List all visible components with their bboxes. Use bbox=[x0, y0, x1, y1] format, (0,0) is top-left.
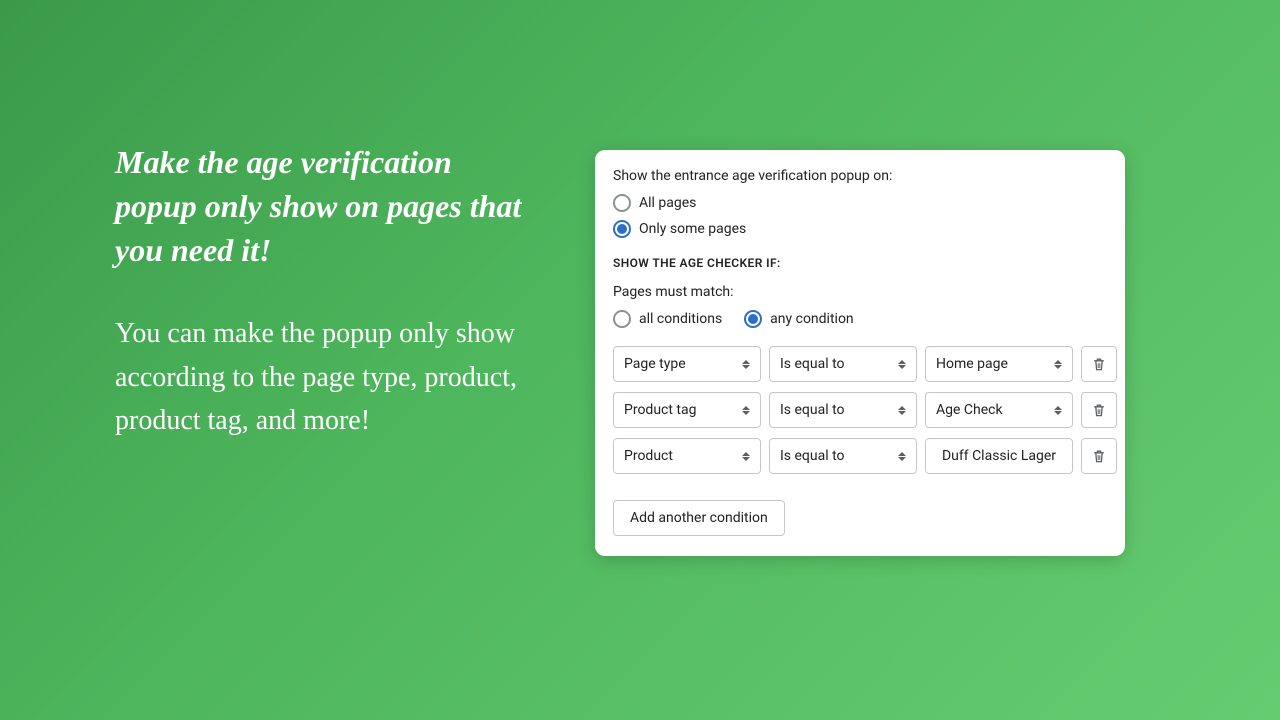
trash-icon bbox=[1091, 402, 1107, 418]
sort-icon bbox=[898, 360, 906, 369]
sort-icon bbox=[742, 452, 750, 461]
sort-icon bbox=[898, 406, 906, 415]
condition-operator-select[interactable]: Is equal to bbox=[769, 438, 917, 474]
condition-operator-select[interactable]: Is equal to bbox=[769, 392, 917, 428]
condition-operator-value: Is equal to bbox=[780, 356, 845, 372]
promo-subtext: You can make the popup only show accordi… bbox=[115, 312, 535, 442]
add-condition-label: Add another condition bbox=[630, 510, 768, 526]
condition-field-value: Page type bbox=[624, 356, 686, 372]
radio-any-condition-label: any condition bbox=[770, 311, 854, 327]
radio-checked-icon bbox=[613, 220, 631, 238]
condition-field-select[interactable]: Product tag bbox=[613, 392, 761, 428]
radio-all-conditions[interactable]: all conditions bbox=[613, 310, 722, 328]
radio-only-some-label: Only some pages bbox=[639, 221, 746, 237]
sort-icon bbox=[898, 452, 906, 461]
promo-background: Make the age verification popup only sho… bbox=[0, 0, 1280, 720]
condition-value-select[interactable]: Age Check bbox=[925, 392, 1073, 428]
sort-icon bbox=[742, 406, 750, 415]
show-on-label: Show the entrance age verification popup… bbox=[613, 168, 1107, 184]
condition-value-text: Duff Classic Lager bbox=[942, 448, 1056, 464]
radio-any-condition[interactable]: any condition bbox=[744, 310, 854, 328]
settings-card: Show the entrance age verification popup… bbox=[595, 150, 1125, 556]
condition-row: Page type Is equal to Home page bbox=[613, 346, 1107, 382]
condition-row: Product Is equal to Duff Classic Lager bbox=[613, 438, 1107, 474]
radio-all-conditions-label: all conditions bbox=[639, 311, 722, 327]
sort-icon bbox=[1054, 360, 1062, 369]
radio-unchecked-icon bbox=[613, 194, 631, 212]
radio-checked-icon bbox=[744, 310, 762, 328]
condition-row: Product tag Is equal to Age Check bbox=[613, 392, 1107, 428]
section-title: Show the age checker if: bbox=[613, 256, 1107, 270]
condition-value-text: Age Check bbox=[936, 402, 1003, 418]
match-radio-group: all conditions any condition bbox=[613, 310, 1107, 328]
radio-unchecked-icon bbox=[613, 310, 631, 328]
condition-field-value: Product tag bbox=[624, 402, 696, 418]
delete-condition-button[interactable] bbox=[1081, 346, 1117, 382]
radio-all-pages-label: All pages bbox=[639, 195, 696, 211]
match-label: Pages must match: bbox=[613, 284, 1107, 300]
trash-icon bbox=[1091, 448, 1107, 464]
sort-icon bbox=[742, 360, 750, 369]
add-condition-button[interactable]: Add another condition bbox=[613, 500, 785, 536]
trash-icon bbox=[1091, 356, 1107, 372]
condition-field-value: Product bbox=[624, 448, 673, 464]
condition-field-select[interactable]: Page type bbox=[613, 346, 761, 382]
delete-condition-button[interactable] bbox=[1081, 438, 1117, 474]
condition-value-select[interactable]: Home page bbox=[925, 346, 1073, 382]
condition-operator-select[interactable]: Is equal to bbox=[769, 346, 917, 382]
promo-headline: Make the age verification popup only sho… bbox=[115, 140, 535, 272]
sort-icon bbox=[1054, 406, 1062, 415]
condition-operator-value: Is equal to bbox=[780, 402, 845, 418]
condition-field-select[interactable]: Product bbox=[613, 438, 761, 474]
delete-condition-button[interactable] bbox=[1081, 392, 1117, 428]
condition-operator-value: Is equal to bbox=[780, 448, 845, 464]
condition-value-text: Home page bbox=[936, 356, 1008, 372]
radio-all-pages[interactable]: All pages bbox=[613, 194, 1107, 212]
promo-copy: Make the age verification popup only sho… bbox=[115, 140, 535, 443]
radio-only-some-pages[interactable]: Only some pages bbox=[613, 220, 1107, 238]
condition-value-input[interactable]: Duff Classic Lager bbox=[925, 438, 1073, 474]
